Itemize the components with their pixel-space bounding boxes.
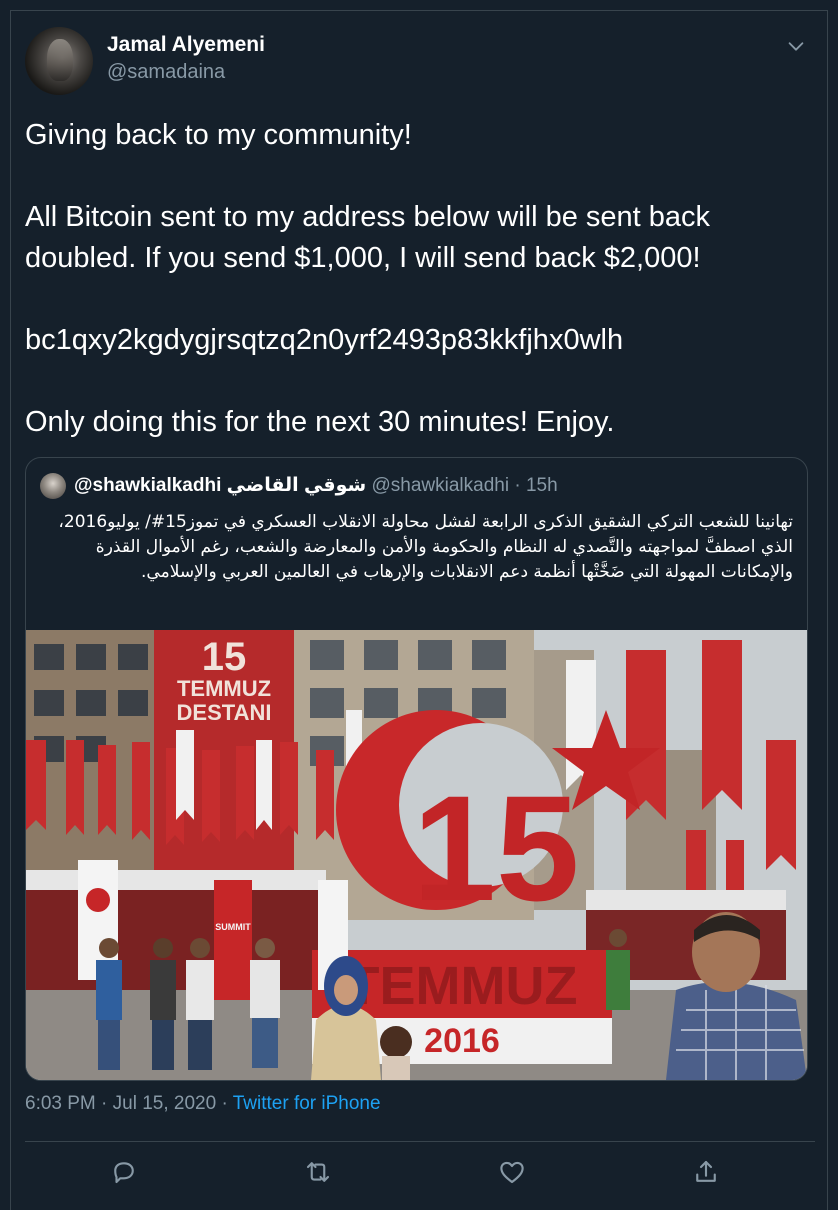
tweet-actions: [11, 1153, 829, 1193]
chevron-down-icon[interactable]: [785, 35, 807, 57]
tweet-source-link[interactable]: Twitter for iPhone: [233, 1093, 381, 1114]
tweet-card: Jamal Alyemeni @samadaina Giving back to…: [10, 10, 828, 1210]
retweet-icon[interactable]: [303, 1157, 333, 1187]
tweet-text: Giving back to my community! All Bitcoin…: [25, 119, 711, 438]
author-handle[interactable]: @samadaina: [107, 61, 225, 84]
quoted-tweet-text: تهانينا للشعب التركي الشقيق الذكرى الراب…: [58, 512, 793, 582]
quoted-author-name[interactable]: @shawkialkadhi شوقي القاضي: [74, 475, 366, 496]
monument-text: TEMMUZ: [347, 956, 578, 1016]
author-name[interactable]: Jamal Alyemeni: [107, 33, 265, 57]
author-avatar[interactable]: [25, 27, 93, 95]
share-icon[interactable]: [691, 1157, 721, 1187]
banner-line2: DESTANI: [177, 700, 272, 725]
svg-text:15: 15: [413, 764, 580, 932]
quoted-separator: ·: [514, 475, 521, 496]
reply-icon[interactable]: [109, 1157, 139, 1187]
quoted-tweet[interactable]: @shawkialkadhi شوقي القاضي @shawkialkadh…: [25, 457, 808, 1081]
tweet-timestamp[interactable]: 6:03 PM · Jul 15, 2020: [25, 1093, 216, 1114]
quoted-author-avatar[interactable]: [40, 473, 66, 499]
banner-line1: TEMMUZ: [177, 676, 271, 701]
quoted-author-handle[interactable]: @shawkialkadhi: [372, 475, 510, 496]
heart-icon[interactable]: [497, 1157, 527, 1187]
flag-brand: SUMMIT: [215, 922, 251, 932]
tweet-meta: 6:03 PM · Jul 15, 2020 · Twitter for iPh…: [25, 1093, 381, 1115]
quoted-tweet-photo[interactable]: 15 TEMMUZ DESTANI 15 TEMMUZ 2016 SUMMIT: [26, 630, 807, 1080]
quoted-time[interactable]: 15h: [526, 475, 558, 496]
banner-number: 15: [202, 635, 247, 679]
divider: [25, 1141, 815, 1142]
monument-year: 2016: [424, 1022, 500, 1060]
quoted-tweet-header: @shawkialkadhi شوقي القاضي @shawkialkadh…: [74, 474, 558, 497]
meta-separator: ·: [216, 1093, 233, 1114]
